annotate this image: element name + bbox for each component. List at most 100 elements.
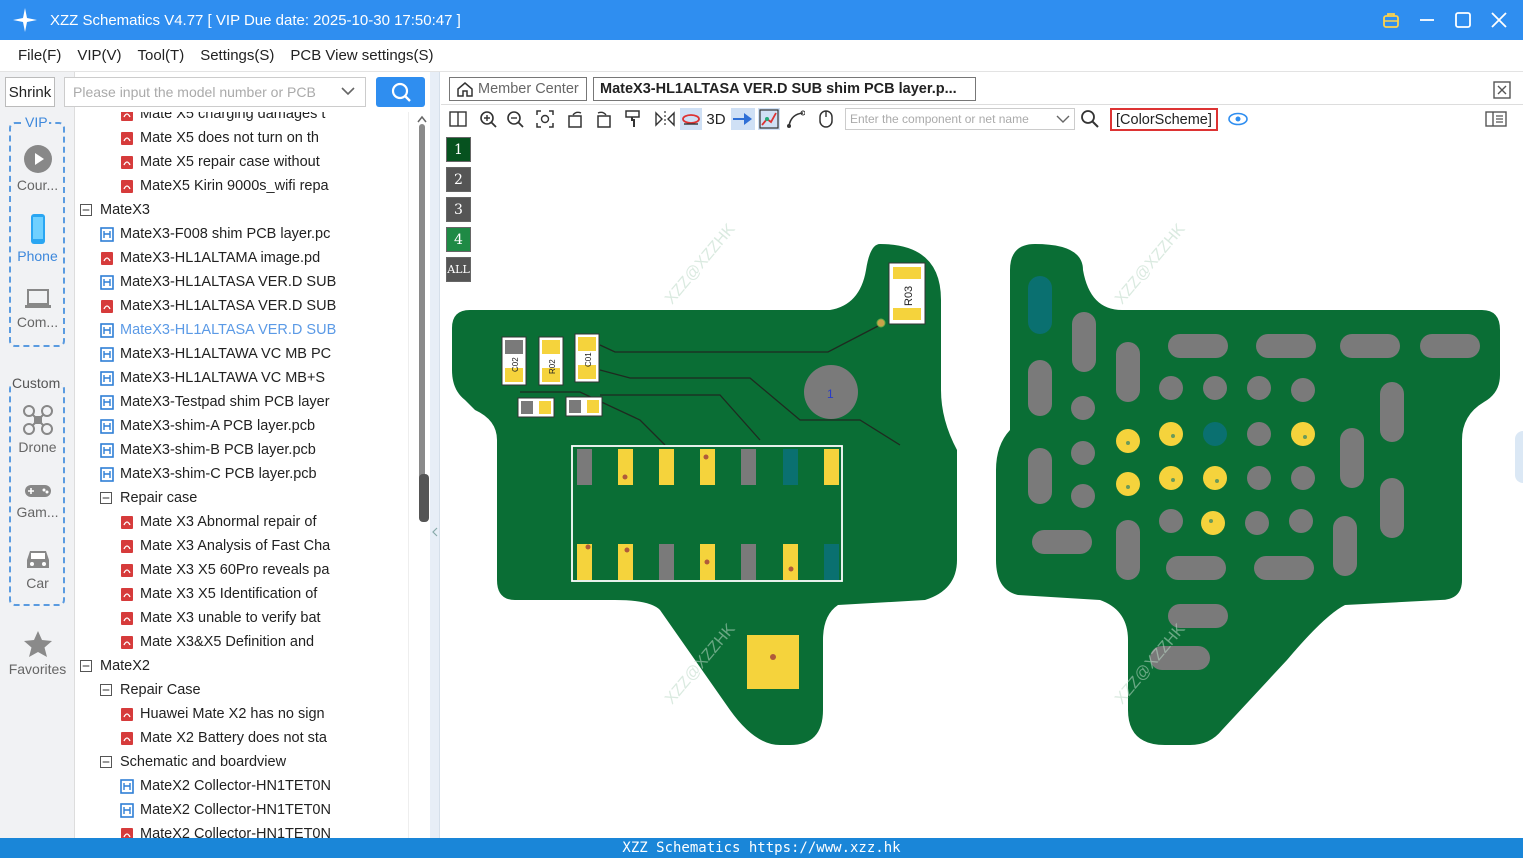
format-painter-icon[interactable] — [622, 108, 644, 130]
category-computer[interactable]: Com... — [0, 287, 75, 330]
pdf-file-icon — [120, 587, 134, 602]
tree-file-item[interactable]: MateX2 Collector-HN1TET0N — [120, 822, 407, 838]
menu-pcb-view-settings[interactable]: PCB View settings(S) — [290, 47, 433, 64]
rotate-left-icon[interactable] — [565, 108, 587, 130]
panel-splitter[interactable] — [430, 72, 440, 838]
tree-file-item[interactable]: MateX3-Testpad shim PCB layer — [100, 390, 407, 414]
tree-file-item[interactable]: MateX3-shim-C PCB layer.pcb — [100, 462, 407, 486]
menu-tool[interactable]: Tool(T) — [138, 47, 185, 64]
collapse-icon[interactable] — [100, 684, 112, 696]
category-course[interactable]: Cour... — [0, 144, 75, 193]
tree-file-item[interactable]: MateX3-F008 shim PCB layer.pc — [100, 222, 407, 246]
menu-settings[interactable]: Settings(S) — [200, 47, 274, 64]
tab-active-pcb[interactable]: MateX3-HL1ALTASA VER.D SUB shim PCB laye… — [593, 77, 976, 101]
side-panel-toggle-icon[interactable] — [1485, 108, 1507, 130]
tree-scrollbar[interactable] — [408, 112, 430, 838]
chevron-down-icon[interactable] — [1056, 113, 1070, 125]
category-car[interactable]: Car — [0, 546, 75, 591]
large-pad — [747, 635, 799, 689]
tree-file-item[interactable]: MateX3-HL1ALTASA VER.D SUB — [100, 294, 407, 318]
tree-file-item[interactable]: MateX3-HL1ALTAMA image.pd — [100, 246, 407, 270]
mirror-icon[interactable] — [654, 108, 676, 130]
pdf-file-icon — [100, 299, 114, 314]
component-search-input[interactable]: Enter the component or net name — [845, 108, 1075, 130]
category-drone[interactable]: Drone — [0, 404, 75, 455]
right-panel-handle[interactable] — [1515, 431, 1523, 483]
collapse-icon[interactable] — [100, 756, 112, 768]
gamepad-icon — [24, 485, 51, 497]
vip-bag-icon[interactable] — [1379, 8, 1403, 32]
tree-file-item[interactable]: Mate X3 Abnormal repair of — [120, 510, 407, 534]
component-c02: C02 — [501, 336, 527, 386]
mouse-mode-icon[interactable] — [815, 108, 837, 130]
tree-folder[interactable]: Repair case — [100, 486, 407, 510]
shrink-button[interactable]: Shrink — [5, 77, 55, 107]
eye-icon[interactable] — [1227, 108, 1249, 130]
menu-vip[interactable]: VIP(V) — [77, 47, 121, 64]
scroll-up-icon[interactable] — [416, 114, 428, 124]
label-r02: R02 — [548, 359, 557, 374]
tree-file-item[interactable]: Mate X3 unable to verify bat — [120, 606, 407, 630]
tree-file-item[interactable]: Mate X5 does not turn on th — [120, 126, 407, 150]
close-tab-icon[interactable] — [1493, 81, 1511, 99]
color-scheme-button[interactable]: [ColorScheme] — [1110, 108, 1218, 131]
tree-file-item[interactable]: MateX3-HL1ALTASA VER.D SUB — [100, 318, 407, 342]
custom-group-label: Custom — [11, 375, 62, 391]
tree-item-label: Mate X5 charging damages t — [140, 112, 326, 122]
tree-file-item[interactable]: Mate X3 X5 60Pro reveals pa — [120, 558, 407, 582]
tree-file-item[interactable]: MateX2 Collector-HN1TET0N — [120, 774, 407, 798]
tree-file-item[interactable]: MateX3-HL1ALTAWA VC MB PC — [100, 342, 407, 366]
tree-file-item[interactable]: MateX5 Kirin 9000s_wifi repa — [120, 174, 407, 198]
search-button[interactable] — [376, 77, 425, 107]
collapse-arrow-icon[interactable] — [432, 527, 438, 537]
tree-folder[interactable]: MateX3 — [80, 198, 407, 222]
tree-folder[interactable]: Repair Case — [100, 678, 407, 702]
tree-folder[interactable]: Schematic and boardview — [100, 750, 407, 774]
close-button[interactable] — [1487, 8, 1511, 32]
label-c02: C02 — [511, 357, 520, 372]
tree-item-label: MateX3-HL1ALTAMA image.pd — [120, 250, 321, 266]
tab-member-center[interactable]: Member Center — [449, 77, 587, 101]
category-phone[interactable]: Phone — [0, 213, 75, 264]
tree-file-item[interactable]: Mate X2 Battery does not sta — [120, 726, 407, 750]
tree-file-item[interactable]: MateX3-shim-A PCB layer.pcb — [100, 414, 407, 438]
pcb-board-view[interactable]: R03 C02 R02 C01 1 XZZ@XZZHK XZZ@XZZHK XZ… — [441, 133, 1523, 838]
pin-arrow-icon[interactable] — [731, 108, 755, 130]
chevron-down-icon[interactable] — [341, 83, 355, 99]
model-search-input[interactable]: Please input the model number or PCB — [64, 77, 366, 107]
collapse-icon[interactable] — [100, 492, 112, 504]
pcb-file-icon — [100, 322, 114, 338]
net-trace-icon[interactable] — [758, 108, 780, 130]
tree-item-label: MateX3-HL1ALTAWA VC MB+S — [120, 370, 326, 386]
tree-file-item[interactable]: Mate X3&X5 Definition and — [120, 630, 407, 654]
component-search-icon[interactable] — [1079, 108, 1101, 130]
split-view-icon[interactable] — [447, 108, 469, 130]
tree-file-item[interactable]: MateX3-HL1ALTASA VER.D SUB — [100, 270, 407, 294]
tree-file-item[interactable]: MateX3-HL1ALTAWA VC MB+S — [100, 366, 407, 390]
maximize-button[interactable] — [1451, 8, 1475, 32]
pcb-canvas[interactable]: 1 2 3 4 ALL R03 C02 R02 C01 1 XZZ@XZZHK … — [441, 133, 1523, 838]
rotate-right-icon[interactable] — [592, 108, 614, 130]
tree-file-item[interactable]: MateX3-shim-B PCB layer.pcb — [100, 438, 407, 462]
pdf-file-icon — [120, 155, 134, 170]
tree-file-item[interactable]: MateX2 Collector-HN1TET0N — [120, 798, 407, 822]
category-favorites[interactable]: Favorites — [0, 630, 75, 677]
minimize-button[interactable] — [1415, 8, 1439, 32]
draw-line-icon[interactable] — [785, 108, 807, 130]
zoom-out-icon[interactable] — [504, 108, 526, 130]
tree-file-item[interactable]: Mate X5 charging damages t — [120, 112, 407, 126]
menu-file[interactable]: File(F) — [18, 47, 61, 64]
view-3d-button[interactable]: 3D — [705, 108, 727, 130]
tree-scrollbar-thumb[interactable] — [419, 474, 429, 522]
tree-file-item[interactable]: Mate X3 X5 Identification of — [120, 582, 407, 606]
zoom-in-icon[interactable] — [477, 108, 499, 130]
fit-view-icon[interactable] — [534, 108, 556, 130]
category-game[interactable]: Gam... — [0, 481, 75, 520]
collapse-icon[interactable] — [80, 204, 92, 216]
tree-file-item[interactable]: Mate X5 repair case without — [120, 150, 407, 174]
net-highlight-icon[interactable] — [680, 108, 702, 130]
collapse-icon[interactable] — [80, 660, 92, 672]
tree-file-item[interactable]: Huawei Mate X2 has no sign — [120, 702, 407, 726]
tree-folder[interactable]: MateX2 — [80, 654, 407, 678]
tree-file-item[interactable]: Mate X3 Analysis of Fast Cha — [120, 534, 407, 558]
